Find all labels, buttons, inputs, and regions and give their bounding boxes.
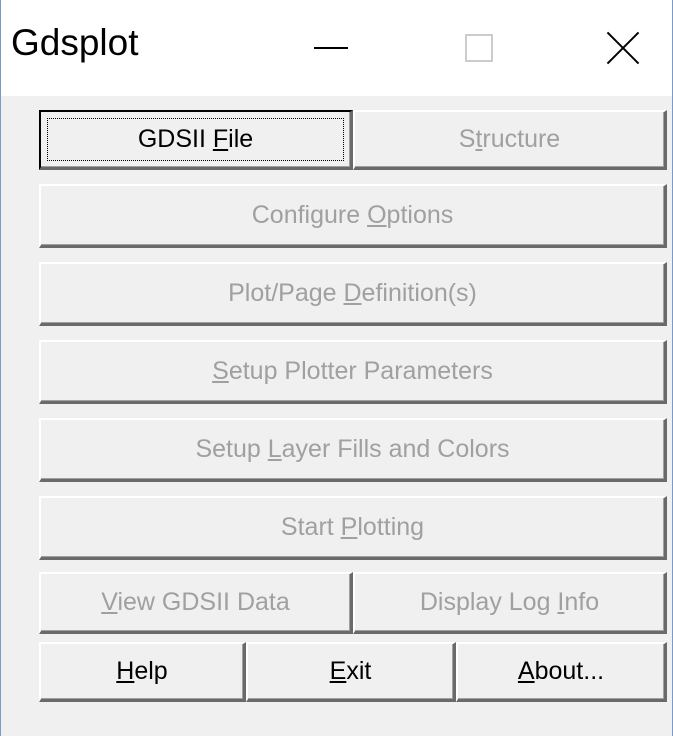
help-button[interactable]: Help xyxy=(39,642,246,702)
plot-page-definitions-button[interactable]: Plot/Page Definition(s) xyxy=(39,262,667,326)
setup-layer-fills-button[interactable]: Setup Layer Fills and Colors xyxy=(39,418,667,482)
maximize-icon xyxy=(465,34,493,62)
title-bar[interactable]: Gdsplot xyxy=(1,0,672,96)
structure-button[interactable]: Structure xyxy=(353,110,667,170)
gdsii-file-button[interactable]: GDSII File xyxy=(39,110,353,170)
main-panel: GDSII File Structure Configure Options P… xyxy=(1,96,672,736)
minimize-icon xyxy=(314,47,348,49)
close-button[interactable] xyxy=(573,0,673,96)
display-log-info-button[interactable]: Display Log Info xyxy=(353,572,667,634)
close-icon xyxy=(606,31,640,65)
gdsplot-window: Gdsplot GDSII File Structure Configure O… xyxy=(0,0,673,736)
setup-plotter-parameters-button[interactable]: Setup Plotter Parameters xyxy=(39,340,667,404)
maximize-button[interactable] xyxy=(429,0,529,96)
window-title: Gdsplot xyxy=(11,22,139,63)
exit-button[interactable]: Exit xyxy=(246,642,456,702)
minimize-button[interactable] xyxy=(281,0,381,96)
view-gdsii-data-button[interactable]: View GDSII Data xyxy=(39,572,353,634)
start-plotting-button[interactable]: Start Plotting xyxy=(39,496,667,560)
about-button[interactable]: About... xyxy=(456,642,667,702)
configure-options-button[interactable]: Configure Options xyxy=(39,184,667,248)
